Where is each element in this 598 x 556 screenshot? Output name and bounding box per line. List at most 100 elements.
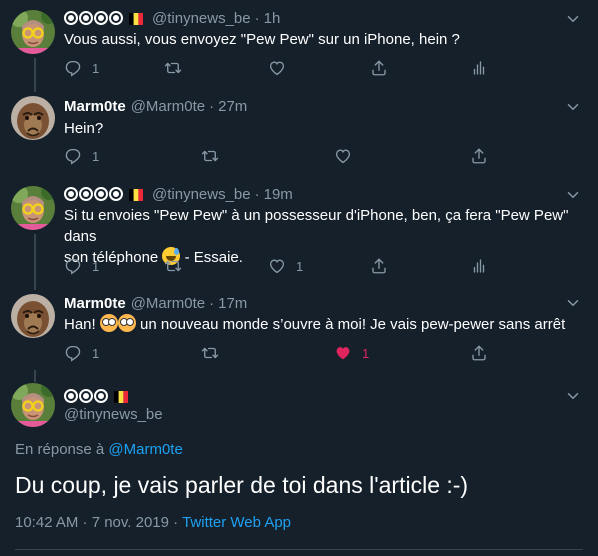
tweet-actions: 1 1 (64, 343, 494, 363)
handle[interactable]: @Marm0te (131, 295, 205, 312)
tweet-text: Hein? (64, 120, 104, 137)
display-name[interactable] (64, 187, 123, 201)
analytics-icon (470, 257, 488, 275)
like-count: 1 (362, 345, 370, 361)
handle[interactable]: @tinynews_be (152, 10, 251, 27)
reply-count: 1 (92, 60, 100, 76)
flag-belgium-icon (114, 390, 128, 404)
avatar[interactable] (11, 186, 55, 230)
share-button[interactable] (470, 146, 488, 166)
avatar[interactable] (11, 10, 55, 54)
share-button[interactable] (370, 256, 388, 276)
share-button[interactable] (470, 343, 488, 363)
handle[interactable]: @tinynews_be (152, 186, 251, 203)
retweet-icon (164, 257, 182, 275)
thread-line (34, 282, 36, 290)
chevron-down-icon[interactable] (564, 10, 582, 28)
reply-to-link[interactable]: @Marm0te (108, 441, 182, 458)
flushed-face-emoji-icon (99, 314, 118, 332)
tweet-actions: 1 (64, 58, 494, 78)
retweet-button[interactable] (201, 343, 219, 363)
reply-icon (64, 59, 82, 77)
reply-icon (64, 257, 82, 275)
avatar[interactable] (11, 96, 55, 140)
focus-display-name[interactable] (64, 386, 128, 406)
chevron-down-icon[interactable] (564, 387, 582, 405)
reply-count: 1 (92, 345, 100, 361)
tweet-header: Marm0te @Marm0te · 17m (64, 293, 247, 313)
focus-timestamp[interactable]: 10:42 AM · 7 nov. 2019 (15, 514, 169, 531)
thread-line (34, 234, 36, 286)
reply-button[interactable]: 1 (64, 343, 99, 363)
tweet-2[interactable]: Marm0te @Marm0te · 27m Hein? 1 (0, 84, 598, 174)
retweet-button[interactable] (164, 256, 182, 276)
chevron-down-icon[interactable] (564, 294, 582, 312)
separator-dot: · (209, 97, 215, 115)
separator-dot: · (254, 9, 260, 27)
like-button[interactable]: 1 (268, 256, 303, 276)
reply-prefix: En réponse à (15, 441, 105, 458)
display-name[interactable]: Marm0te (64, 295, 126, 312)
analytics-button[interactable] (470, 256, 488, 276)
tweet-3[interactable]: @tinynews_be · 19m Si tu envoies "Pew Pe… (0, 176, 598, 286)
focus-handle[interactable]: @tinynews_be (64, 406, 163, 423)
tweet-text-suffix: un nouveau monde s’ouvre à moi! Je vais … (135, 316, 566, 333)
avatar[interactable] (11, 383, 55, 427)
tweet-header: Marm0te @Marm0te · 27m (64, 96, 247, 116)
analytics-icon (470, 59, 488, 77)
reply-button[interactable]: 1 (64, 146, 99, 166)
share-icon (370, 59, 388, 77)
reply-button[interactable]: 1 (64, 58, 99, 78)
like-filled-icon (334, 344, 352, 362)
share-button[interactable] (370, 58, 388, 78)
reply-count: 1 (92, 258, 100, 274)
like-icon (268, 59, 286, 77)
tweet-header: @tinynews_be · 1h (64, 8, 280, 28)
like-icon (268, 257, 286, 275)
share-icon (470, 147, 488, 165)
tweet-4[interactable]: Marm0te @Marm0te · 17m Han! un nouveau m… (0, 282, 598, 372)
share-icon (370, 257, 388, 275)
like-button[interactable]: 1 (334, 343, 369, 363)
retweet-icon (201, 147, 219, 165)
source-app-link[interactable]: Twitter Web App (182, 514, 291, 531)
display-name[interactable] (64, 11, 123, 25)
flushed-face-emoji-icon (117, 314, 136, 332)
retweet-icon (164, 59, 182, 77)
tweet-text: Vous aussi, vous envoyez "Pew Pew" sur u… (64, 31, 460, 48)
tweet-header: @tinynews_be · 19m (64, 184, 293, 204)
meta-separator: · (169, 514, 183, 531)
tweet-meta: 10:42 AM · 7 nov. 2019 · Twitter Web App (15, 514, 291, 531)
handle[interactable]: @Marm0te (131, 98, 205, 115)
reply-icon (64, 147, 82, 165)
timestamp[interactable]: 27m (218, 98, 247, 115)
retweet-icon (201, 344, 219, 362)
share-icon (470, 344, 488, 362)
tweet-actions: 1 (64, 146, 494, 166)
thread-line (34, 370, 36, 382)
like-icon (334, 147, 352, 165)
separator-dot: · (254, 185, 260, 203)
reply-icon (64, 344, 82, 362)
timestamp[interactable]: 1h (264, 10, 281, 27)
like-button[interactable] (334, 146, 352, 166)
divider (15, 549, 583, 550)
focus-tweet-text: Du coup, je vais parler de toi dans l'ar… (15, 472, 469, 498)
reply-context: En réponse à @Marm0te (15, 441, 183, 458)
retweet-button[interactable] (201, 146, 219, 166)
avatar[interactable] (11, 294, 55, 338)
tweet-1[interactable]: @tinynews_be · 1h Vous aussi, vous envoy… (0, 0, 598, 88)
tweet-text: Han! un nouveau monde s’ouvre à moi! Je … (64, 314, 589, 335)
reply-button[interactable]: 1 (64, 256, 99, 276)
display-name[interactable]: Marm0te (64, 98, 126, 115)
retweet-button[interactable] (164, 58, 182, 78)
timestamp[interactable]: 19m (264, 186, 293, 203)
chevron-down-icon[interactable] (564, 98, 582, 116)
flag-belgium-icon (129, 188, 143, 202)
analytics-button[interactable] (470, 58, 488, 78)
timestamp[interactable]: 17m (218, 295, 247, 312)
flag-belgium-icon (129, 12, 143, 26)
chevron-down-icon[interactable] (564, 186, 582, 204)
like-button[interactable] (268, 58, 286, 78)
like-count: 1 (296, 258, 304, 274)
